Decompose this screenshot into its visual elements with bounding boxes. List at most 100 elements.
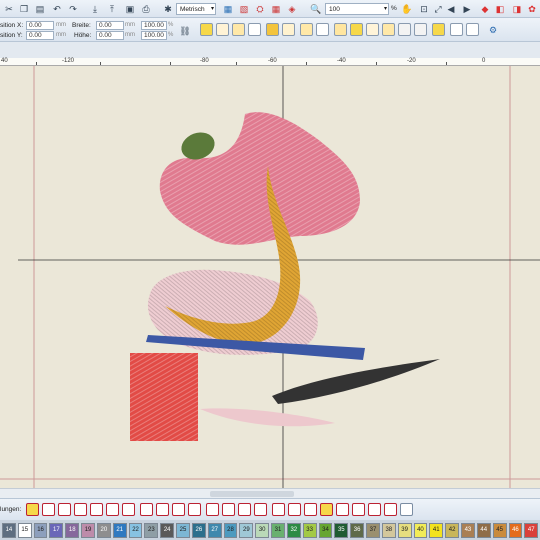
color-sort-icon[interactable]: ◨ bbox=[510, 2, 524, 16]
dot-stitch-icon[interactable] bbox=[140, 503, 153, 516]
diamond-stitch-icon[interactable] bbox=[336, 503, 349, 516]
color-swatch[interactable]: 30 bbox=[255, 522, 270, 538]
color-swatch[interactable]: 40 bbox=[413, 522, 428, 538]
fill-stitch-icon[interactable] bbox=[42, 503, 55, 516]
color-swatch[interactable]: 37 bbox=[366, 522, 380, 538]
pan-hand-icon[interactable]: ✋ bbox=[400, 2, 414, 16]
zigzag-stitch-icon[interactable] bbox=[74, 503, 87, 516]
settings-icon[interactable]: ⚙ bbox=[486, 23, 500, 37]
lettering-icon[interactable] bbox=[350, 23, 363, 36]
feather-stitch-icon[interactable] bbox=[272, 503, 285, 516]
blank-square-2-icon[interactable] bbox=[466, 23, 479, 36]
view-design-icon[interactable]: ▦ bbox=[221, 2, 235, 16]
blackwork-icon[interactable] bbox=[382, 23, 395, 36]
color-swatch[interactable]: 14 bbox=[2, 522, 16, 538]
zoom-extents-icon[interactable]: ⤢ bbox=[431, 2, 445, 16]
circle-shape-icon[interactable] bbox=[248, 23, 261, 36]
color-swatch[interactable]: 28 bbox=[223, 522, 238, 538]
color-swatch[interactable]: 16 bbox=[33, 522, 48, 538]
circle-stitch-icon[interactable] bbox=[90, 503, 103, 516]
play-back-icon[interactable]: ◀ bbox=[444, 2, 458, 16]
position-y-field[interactable]: 0.00 bbox=[26, 31, 54, 40]
outline-tool-icon[interactable] bbox=[232, 23, 245, 36]
shapes-icon[interactable] bbox=[300, 23, 313, 36]
color-swatch[interactable]: 32 bbox=[286, 522, 301, 538]
undo-icon[interactable]: ↶ bbox=[50, 2, 64, 16]
color-swatch[interactable]: 35 bbox=[334, 522, 349, 538]
color-swatch[interactable]: 18 bbox=[65, 522, 80, 538]
scale-width-field[interactable]: 100.00 bbox=[141, 21, 167, 30]
color-swatch[interactable]: 45 bbox=[492, 522, 507, 538]
copy-icon[interactable]: ❐ bbox=[17, 2, 31, 16]
color-swatch[interactable]: 26 bbox=[191, 522, 206, 538]
cut-icon[interactable]: ✂ bbox=[2, 2, 16, 16]
star-shape-icon[interactable] bbox=[216, 23, 229, 36]
ring-stitch-icon[interactable] bbox=[122, 503, 135, 516]
view-image-icon[interactable]: ▧ bbox=[237, 2, 251, 16]
pattern-fill-icon[interactable] bbox=[266, 23, 279, 36]
color-swatch[interactable]: 23 bbox=[144, 522, 159, 538]
color-swatch[interactable]: 42 bbox=[445, 522, 460, 538]
zoom-icon[interactable]: 🔍 bbox=[309, 2, 323, 16]
grid-fill-icon[interactable] bbox=[334, 23, 347, 36]
honeycomb-stitch-icon[interactable] bbox=[384, 503, 397, 516]
scale-height-field[interactable]: 100.00 bbox=[141, 31, 167, 40]
tools-icon[interactable]: ✱ bbox=[161, 2, 175, 16]
color-swatch[interactable]: 33 bbox=[302, 522, 317, 538]
export-icon[interactable]: ⤒ bbox=[105, 2, 119, 16]
grid-stitch-icon[interactable] bbox=[172, 503, 185, 516]
view-3d-icon[interactable]: ◈ bbox=[285, 2, 299, 16]
monogram-icon[interactable] bbox=[366, 23, 379, 36]
redo-icon[interactable]: ↷ bbox=[66, 2, 80, 16]
lock-proportions-icon[interactable]: ⛓ bbox=[178, 24, 192, 38]
motif-icon[interactable] bbox=[432, 23, 445, 36]
color-select-icon[interactable]: ◆ bbox=[478, 2, 492, 16]
color-swatch[interactable]: 25 bbox=[176, 522, 190, 538]
color-swatch[interactable]: 22 bbox=[128, 522, 143, 538]
import-icon[interactable]: ⤓ bbox=[88, 2, 102, 16]
paste-icon[interactable]: ▤ bbox=[33, 2, 47, 16]
blank-square-icon[interactable] bbox=[450, 23, 463, 36]
color-swatch[interactable]: 46 bbox=[508, 522, 523, 538]
brick-stitch-icon[interactable] bbox=[188, 503, 201, 516]
view-stitches-icon[interactable]: ⛭ bbox=[253, 2, 267, 16]
save-design-icon[interactable]: ▣ bbox=[123, 2, 137, 16]
width-field[interactable]: 0.00 bbox=[96, 21, 124, 30]
pink-leaf-shape[interactable] bbox=[200, 408, 335, 427]
color-swatch[interactable]: 21 bbox=[112, 522, 127, 538]
color-swatch[interactable]: 38 bbox=[381, 522, 396, 538]
color-swatch[interactable]: 47 bbox=[524, 522, 539, 538]
black-stroke[interactable] bbox=[272, 359, 440, 404]
zoom-fit-icon[interactable]: ⊡ bbox=[417, 2, 431, 16]
play-forward-icon[interactable]: ▶ bbox=[460, 2, 474, 16]
lattice-stitch-icon[interactable] bbox=[368, 503, 381, 516]
pen-tool-icon[interactable] bbox=[282, 23, 295, 36]
color-swatch[interactable]: 36 bbox=[350, 522, 365, 538]
heart-stitch-icon[interactable] bbox=[106, 503, 119, 516]
color-wheel-icon[interactable]: ✿ bbox=[525, 2, 539, 16]
bar-stitch-icon[interactable] bbox=[288, 503, 301, 516]
color-swatch[interactable]: 15 bbox=[17, 522, 32, 538]
color-swatch[interactable]: 24 bbox=[160, 522, 175, 538]
color-swatch[interactable]: 31 bbox=[271, 522, 285, 538]
shell-stitch-icon[interactable] bbox=[238, 503, 251, 516]
color-swatch[interactable]: 39 bbox=[397, 522, 412, 538]
print-icon[interactable]: ⎙ bbox=[139, 2, 153, 16]
design-canvas[interactable] bbox=[0, 66, 540, 488]
comb-stitch-icon[interactable] bbox=[304, 503, 317, 516]
scallop-stitch-icon[interactable] bbox=[206, 503, 219, 516]
color-swatch[interactable]: 27 bbox=[207, 522, 222, 538]
units-dropdown[interactable]: Metrisch ▾ bbox=[176, 3, 216, 15]
color-swatch[interactable]: 29 bbox=[239, 522, 254, 538]
height-field[interactable]: 0.00 bbox=[96, 31, 124, 40]
color-swatch[interactable]: 20 bbox=[96, 522, 111, 538]
zoom-dropdown[interactable]: 100 ▾ bbox=[325, 3, 389, 15]
scrollbar-thumb[interactable] bbox=[210, 491, 294, 497]
satin-stitch-icon[interactable] bbox=[26, 503, 39, 516]
color-swatch[interactable]: 19 bbox=[81, 522, 95, 538]
position-x-field[interactable]: 0.00 bbox=[26, 21, 54, 30]
color-change-icon[interactable]: ◧ bbox=[493, 2, 507, 16]
fill-tool-icon[interactable] bbox=[200, 23, 213, 36]
globe-stitch-icon[interactable] bbox=[400, 503, 413, 516]
triangle-stitch-icon[interactable] bbox=[320, 503, 333, 516]
